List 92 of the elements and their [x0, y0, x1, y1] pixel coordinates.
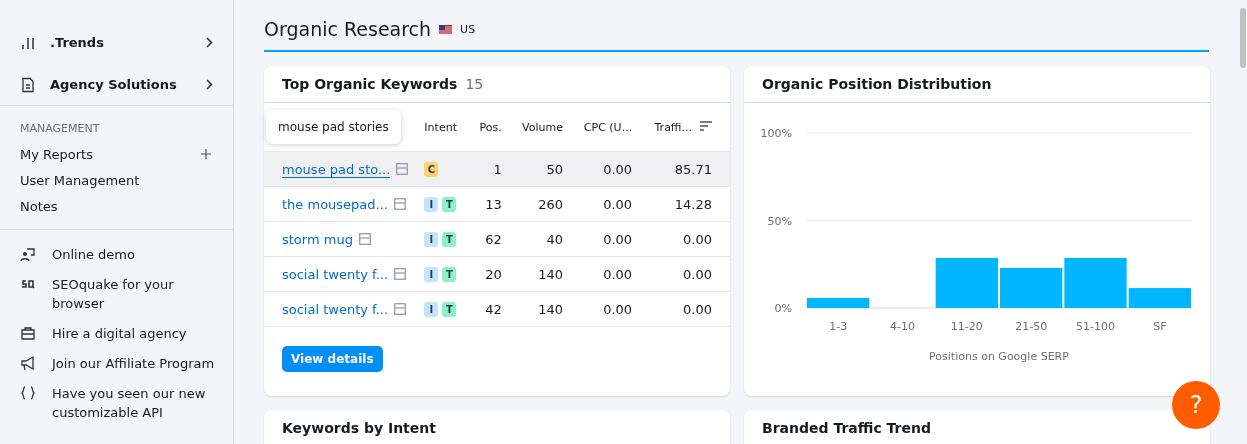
- column-header[interactable]: Traffi...: [640, 103, 730, 152]
- table-row[interactable]: social twenty f... I T 42 140 0.00 0.00: [264, 291, 730, 327]
- table-cell: 0.00: [570, 256, 641, 292]
- sidebar-link[interactable]: My Reports: [0, 141, 233, 167]
- table-cell: 0.00: [570, 221, 641, 257]
- keyword-count: 15: [465, 76, 484, 92]
- table-cell: 0.00: [570, 291, 641, 327]
- serp-icon[interactable]: [394, 302, 407, 315]
- serp-icon[interactable]: [358, 232, 371, 245]
- serp-icon[interactable]: [396, 162, 409, 175]
- axis-category-label: SF: [1153, 320, 1167, 333]
- chevron-right-icon: [206, 78, 213, 90]
- bar[interactable]: [1000, 267, 1063, 308]
- table-cell: 13: [468, 186, 510, 222]
- sidebar-link[interactable]: Hire a digital agency: [0, 319, 235, 349]
- axis-tick-label: 50%: [767, 214, 792, 228]
- section-heading: MANAGEMENT: [19, 122, 101, 135]
- intent-badge: I: [424, 197, 439, 212]
- table-cell: 85.71: [640, 151, 730, 187]
- axis-title: Positions on Google SERP: [929, 350, 1069, 363]
- intent-badge: I: [424, 232, 439, 247]
- sort-icon[interactable]: [700, 120, 712, 131]
- sidebar-link[interactable]: Online demo: [0, 240, 235, 270]
- keyword-link[interactable]: social twenty f...: [282, 301, 389, 317]
- keyword-link[interactable]: mouse pad sto...: [282, 161, 391, 178]
- intent-badge: C: [424, 162, 439, 177]
- axis-category-label: 51-100: [1076, 320, 1115, 333]
- table-row[interactable]: the mousepad... I T 13 260 0.00 14.28: [264, 186, 730, 222]
- bar[interactable]: [935, 257, 998, 308]
- table-cell: 0.00: [640, 291, 730, 327]
- table-cell: 1: [468, 151, 510, 187]
- table-cell: 0.00: [570, 186, 641, 222]
- intent-badge: I: [424, 302, 439, 317]
- axis-category-label: 1-3: [829, 320, 848, 333]
- table-cell: 42: [468, 291, 510, 327]
- page-title: Organic Research: [264, 18, 432, 40]
- table-cell: 140: [509, 256, 571, 292]
- axis-category-label: 11-20: [950, 320, 983, 333]
- country-code: US: [460, 22, 476, 36]
- table-cell: 14.28: [640, 186, 730, 222]
- megaphone-icon: [20, 355, 36, 371]
- intent-badge: T: [442, 302, 457, 317]
- bar[interactable]: [1064, 257, 1127, 308]
- axis-tick-label: 100%: [760, 127, 792, 140]
- axis-category-label: 21-50: [1015, 320, 1048, 333]
- sidebar-menu-item[interactable]: .Trends: [0, 21, 233, 63]
- intent-badge: T: [442, 232, 457, 247]
- document-icon: [20, 76, 36, 93]
- braces-icon: [20, 385, 36, 401]
- keyword-link[interactable]: social twenty f...: [282, 266, 389, 282]
- sidebar-link[interactable]: Have you seen our new customizable API: [0, 379, 235, 428]
- table-cell: 0.00: [570, 151, 641, 187]
- axis-tick-label: 0%: [774, 302, 792, 315]
- card-title: Keywords by Intent: [282, 420, 436, 436]
- intent-badge: T: [442, 197, 457, 212]
- column-header[interactable]: Intent: [416, 103, 469, 152]
- keyword-link[interactable]: the mousepad...: [282, 196, 388, 212]
- card-title: Organic Position Distribution: [762, 76, 992, 92]
- table-cell: 20: [468, 256, 510, 292]
- card-title: Top Organic Keywords: [282, 76, 458, 92]
- serp-icon[interactable]: [394, 267, 407, 280]
- column-header[interactable]: Pos.: [468, 103, 510, 152]
- sidebar-link[interactable]: User Management: [0, 167, 233, 193]
- presenter-icon: [20, 246, 36, 262]
- column-header[interactable]: Volume: [509, 103, 571, 152]
- table-cell: 62: [468, 221, 510, 257]
- sidebar-link[interactable]: SEOquake for your browser: [0, 270, 235, 319]
- intent-badge: I: [424, 267, 439, 282]
- sidebar-link[interactable]: Notes: [0, 193, 233, 219]
- column-header[interactable]: CPC (U...: [570, 103, 641, 152]
- table-row[interactable]: mouse pad sto... C 1 50 0.00 85.71: [264, 151, 730, 187]
- table-cell: 50: [509, 151, 571, 187]
- plus-icon[interactable]: [201, 149, 211, 159]
- tooltip: mouse pad stories: [266, 110, 401, 144]
- table-cell: 260: [509, 186, 571, 222]
- table-cell: 140: [509, 291, 571, 327]
- card-title: Branded Traffic Trend: [762, 420, 931, 436]
- table-cell: 0.00: [640, 221, 730, 257]
- sidebar-menu-item[interactable]: Agency Solutions: [0, 63, 233, 105]
- flag-icon: [439, 24, 453, 34]
- briefcase-icon: [20, 325, 36, 341]
- table-cell: 40: [509, 221, 571, 257]
- intent-badge: T: [442, 267, 457, 282]
- scrollbar-thumb[interactable]: [1240, 8, 1246, 68]
- table-row[interactable]: social twenty f... I T 20 140 0.00 0.00: [264, 256, 730, 292]
- table-row[interactable]: storm mug I T 62 40 0.00 0.00: [264, 221, 730, 257]
- serp-icon[interactable]: [393, 197, 406, 210]
- axis-category-label: 4-10: [890, 320, 915, 333]
- sidebar-link[interactable]: Join our Affiliate Program: [0, 349, 235, 379]
- table-cell: 0.00: [640, 256, 730, 292]
- chevron-right-icon: [206, 36, 213, 48]
- keyword-link[interactable]: storm mug: [282, 231, 353, 247]
